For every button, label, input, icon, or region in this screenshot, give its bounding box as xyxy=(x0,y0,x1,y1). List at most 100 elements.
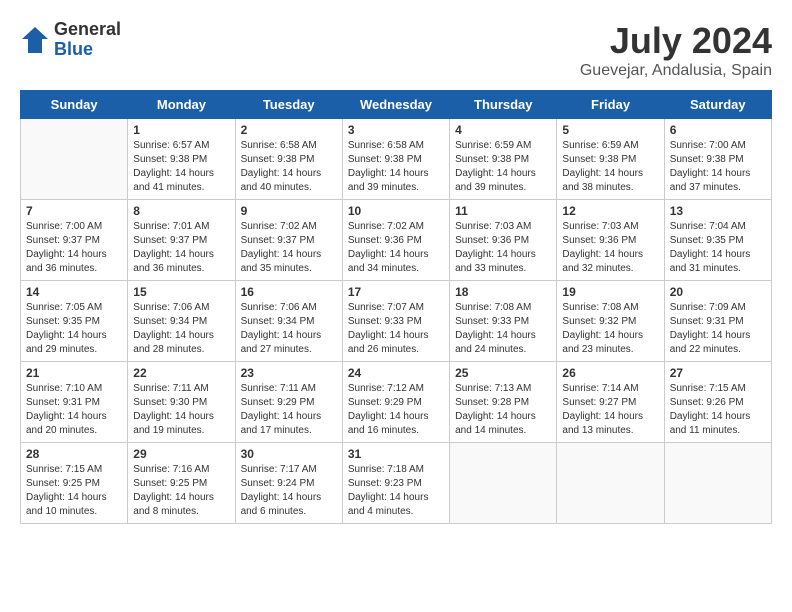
calendar-day-cell: 2 Sunrise: 6:58 AMSunset: 9:38 PMDaylight… xyxy=(235,119,342,200)
day-number: 17 xyxy=(348,285,444,299)
calendar-day-cell: 14 Sunrise: 7:05 AMSunset: 9:35 PMDayligh… xyxy=(21,281,128,362)
day-number: 9 xyxy=(241,204,337,218)
day-of-week-header: Thursday xyxy=(450,91,557,119)
calendar-day-cell: 1 Sunrise: 6:57 AMSunset: 9:38 PMDaylight… xyxy=(128,119,235,200)
day-info: Sunrise: 7:17 AMSunset: 9:24 PMDaylight:… xyxy=(241,463,337,519)
day-number: 4 xyxy=(455,123,551,137)
calendar-day-cell xyxy=(21,119,128,200)
day-info: Sunrise: 7:06 AMSunset: 9:34 PMDaylight:… xyxy=(241,301,337,357)
day-number: 18 xyxy=(455,285,551,299)
calendar-week-row: 28 Sunrise: 7:15 AMSunset: 9:25 PMDayligh… xyxy=(21,443,772,524)
calendar-day-cell: 3Sunrise: 6:58 AMSunset: 9:38 PMDaylight… xyxy=(342,119,449,200)
page-header: General Blue July 2024 Guevejar, Andalus… xyxy=(20,20,772,80)
day-info: Sunrise: 7:13 AMSunset: 9:28 PMDaylight:… xyxy=(455,382,551,438)
calendar-week-row: 1 Sunrise: 6:57 AMSunset: 9:38 PMDaylight… xyxy=(21,119,772,200)
day-number: 27 xyxy=(670,366,766,380)
calendar-day-cell xyxy=(450,443,557,524)
calendar-day-cell: 22Sunrise: 7:11 AMSunset: 9:30 PMDayligh… xyxy=(128,362,235,443)
day-number: 25 xyxy=(455,366,551,380)
day-info: Sunrise: 7:09 AMSunset: 9:31 PMDaylight:… xyxy=(670,301,766,357)
calendar-day-cell: 9 Sunrise: 7:02 AMSunset: 9:37 PMDaylight… xyxy=(235,200,342,281)
calendar-day-cell: 21 Sunrise: 7:10 AMSunset: 9:31 PMDayligh… xyxy=(21,362,128,443)
day-number: 1 xyxy=(133,123,229,137)
day-number: 21 xyxy=(26,366,122,380)
calendar-day-cell xyxy=(557,443,664,524)
calendar-day-cell: 16 Sunrise: 7:06 AMSunset: 9:34 PMDayligh… xyxy=(235,281,342,362)
location: Guevejar, Andalusia, Spain xyxy=(580,62,772,80)
day-info: Sunrise: 7:10 AMSunset: 9:31 PMDaylight:… xyxy=(26,382,122,438)
day-of-week-header: Sunday xyxy=(21,91,128,119)
calendar-day-cell: 17 Sunrise: 7:07 AMSunset: 9:33 PMDayligh… xyxy=(342,281,449,362)
day-info: Sunrise: 7:02 AMSunset: 9:36 PMDaylight:… xyxy=(348,220,444,276)
day-info: Sunrise: 7:06 AMSunset: 9:34 PMDaylight:… xyxy=(133,301,229,357)
day-info: Sunrise: 7:15 AMSunset: 9:25 PMDaylight:… xyxy=(26,463,122,519)
calendar-day-cell: 27Sunrise: 7:15 AMSunset: 9:26 PMDayligh… xyxy=(664,362,771,443)
day-info: Sunrise: 7:14 AMSunset: 9:27 PMDaylight:… xyxy=(562,382,658,438)
calendar-day-cell xyxy=(664,443,771,524)
day-number: 14 xyxy=(26,285,122,299)
logo-general: General xyxy=(54,20,121,40)
day-info: Sunrise: 7:08 AMSunset: 9:33 PMDaylight:… xyxy=(455,301,551,357)
day-of-week-header: Saturday xyxy=(664,91,771,119)
day-info: Sunrise: 6:59 AMSunset: 9:38 PMDaylight:… xyxy=(562,139,658,195)
day-info: Sunrise: 7:03 AMSunset: 9:36 PMDaylight:… xyxy=(562,220,658,276)
calendar-day-cell: 7Sunrise: 7:00 AMSunset: 9:37 PMDaylight… xyxy=(21,200,128,281)
day-number: 15 xyxy=(133,285,229,299)
day-info: Sunrise: 7:08 AMSunset: 9:32 PMDaylight:… xyxy=(562,301,658,357)
month-title: July 2024 xyxy=(580,20,772,62)
calendar-day-cell: 4 Sunrise: 6:59 AMSunset: 9:38 PMDaylight… xyxy=(450,119,557,200)
calendar-day-cell: 5 Sunrise: 6:59 AMSunset: 9:38 PMDaylight… xyxy=(557,119,664,200)
day-number: 2 xyxy=(241,123,337,137)
day-info: Sunrise: 7:03 AMSunset: 9:36 PMDaylight:… xyxy=(455,220,551,276)
day-number: 29 xyxy=(133,447,229,461)
day-number: 20 xyxy=(670,285,766,299)
day-number: 16 xyxy=(241,285,337,299)
day-number: 31 xyxy=(348,447,444,461)
day-of-week-header: Friday xyxy=(557,91,664,119)
calendar-day-cell: 26Sunrise: 7:14 AMSunset: 9:27 PMDayligh… xyxy=(557,362,664,443)
day-info: Sunrise: 6:59 AMSunset: 9:38 PMDaylight:… xyxy=(455,139,551,195)
calendar-day-cell: 19Sunrise: 7:08 AMSunset: 9:32 PMDayligh… xyxy=(557,281,664,362)
day-number: 11 xyxy=(455,204,551,218)
day-number: 6 xyxy=(670,123,766,137)
calendar-day-cell: 11 Sunrise: 7:03 AMSunset: 9:36 PMDayligh… xyxy=(450,200,557,281)
calendar-day-cell: 25 Sunrise: 7:13 AMSunset: 9:28 PMDayligh… xyxy=(450,362,557,443)
day-info: Sunrise: 7:16 AMSunset: 9:25 PMDaylight:… xyxy=(133,463,229,519)
day-info: Sunrise: 7:07 AMSunset: 9:33 PMDaylight:… xyxy=(348,301,444,357)
day-info: Sunrise: 7:05 AMSunset: 9:35 PMDaylight:… xyxy=(26,301,122,357)
calendar-day-cell: 31Sunrise: 7:18 AMSunset: 9:23 PMDayligh… xyxy=(342,443,449,524)
calendar-day-cell: 12 Sunrise: 7:03 AMSunset: 9:36 PMDayligh… xyxy=(557,200,664,281)
calendar-day-cell: 24Sunrise: 7:12 AMSunset: 9:29 PMDayligh… xyxy=(342,362,449,443)
calendar-day-cell: 6 Sunrise: 7:00 AMSunset: 9:38 PMDaylight… xyxy=(664,119,771,200)
day-info: Sunrise: 7:02 AMSunset: 9:37 PMDaylight:… xyxy=(241,220,337,276)
day-info: Sunrise: 6:57 AMSunset: 9:38 PMDaylight:… xyxy=(133,139,229,195)
day-number: 12 xyxy=(562,204,658,218)
calendar-week-row: 14 Sunrise: 7:05 AMSunset: 9:35 PMDayligh… xyxy=(21,281,772,362)
day-info: Sunrise: 7:00 AMSunset: 9:38 PMDaylight:… xyxy=(670,139,766,195)
logo: General Blue xyxy=(20,20,121,60)
day-number: 5 xyxy=(562,123,658,137)
day-info: Sunrise: 6:58 AMSunset: 9:38 PMDaylight:… xyxy=(241,139,337,195)
day-number: 28 xyxy=(26,447,122,461)
day-number: 7 xyxy=(26,204,122,218)
day-number: 10 xyxy=(348,204,444,218)
day-info: Sunrise: 7:11 AMSunset: 9:29 PMDaylight:… xyxy=(241,382,337,438)
day-of-week-header: Monday xyxy=(128,91,235,119)
calendar-day-cell: 28 Sunrise: 7:15 AMSunset: 9:25 PMDayligh… xyxy=(21,443,128,524)
day-info: Sunrise: 6:58 AMSunset: 9:38 PMDaylight:… xyxy=(348,139,444,195)
calendar-day-cell: 30Sunrise: 7:17 AMSunset: 9:24 PMDayligh… xyxy=(235,443,342,524)
day-number: 8 xyxy=(133,204,229,218)
title-block: July 2024 Guevejar, Andalusia, Spain xyxy=(580,20,772,80)
day-info: Sunrise: 7:04 AMSunset: 9:35 PMDaylight:… xyxy=(670,220,766,276)
logo-text: General Blue xyxy=(54,20,121,60)
calendar-day-cell: 20 Sunrise: 7:09 AMSunset: 9:31 PMDayligh… xyxy=(664,281,771,362)
calendar-day-cell: 8 Sunrise: 7:01 AMSunset: 9:37 PMDaylight… xyxy=(128,200,235,281)
logo-blue: Blue xyxy=(54,40,121,60)
calendar-day-cell: 10 Sunrise: 7:02 AMSunset: 9:36 PMDayligh… xyxy=(342,200,449,281)
calendar-day-cell: 29 Sunrise: 7:16 AMSunset: 9:25 PMDayligh… xyxy=(128,443,235,524)
day-number: 24 xyxy=(348,366,444,380)
day-of-week-header: Tuesday xyxy=(235,91,342,119)
calendar-day-cell: 13Sunrise: 7:04 AMSunset: 9:35 PMDayligh… xyxy=(664,200,771,281)
calendar-week-row: 7Sunrise: 7:00 AMSunset: 9:37 PMDaylight… xyxy=(21,200,772,281)
day-info: Sunrise: 7:01 AMSunset: 9:37 PMDaylight:… xyxy=(133,220,229,276)
